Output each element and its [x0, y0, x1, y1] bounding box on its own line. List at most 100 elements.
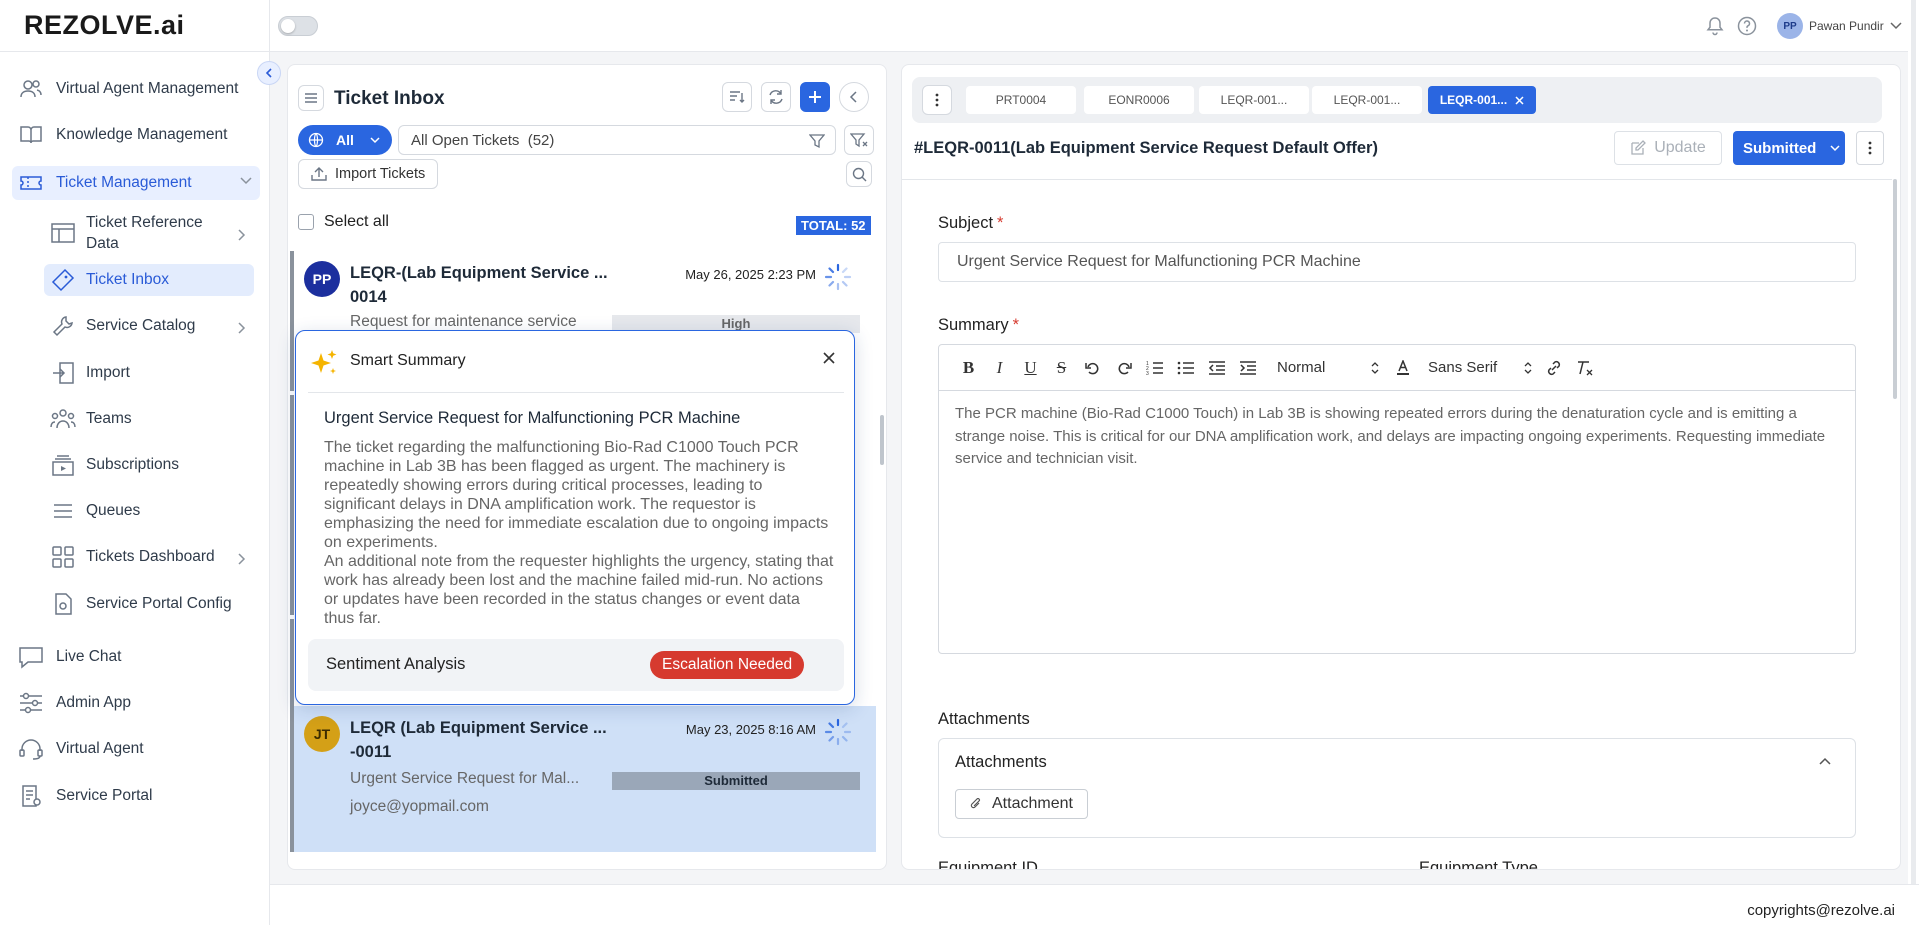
editor-toolbar: B I U S 123 Normal Sans Serif — [939, 345, 1855, 391]
summary-text[interactable]: The PCR machine (Bio-Rad C1000 Touch) in… — [939, 391, 1855, 483]
sidebar-item-knowledge-management[interactable]: Knowledge Management — [12, 118, 260, 152]
scope-value: All — [336, 132, 354, 148]
checkbox[interactable] — [298, 214, 314, 230]
chevron-down-icon — [370, 136, 380, 144]
summary-heading: Urgent Service Request for Malfunctionin… — [324, 409, 741, 427]
more-actions-button[interactable] — [1856, 131, 1884, 165]
attachments-title: Attachments — [955, 753, 1047, 771]
font-select[interactable]: Sans Serif — [1428, 359, 1538, 376]
filter-icon[interactable] — [809, 133, 825, 149]
update-label: Update — [1654, 139, 1706, 156]
add-ticket-button[interactable] — [800, 82, 830, 112]
book-icon — [18, 122, 44, 148]
tab-leqr-001-a[interactable]: LEQR-001... — [1199, 86, 1309, 114]
summary-paragraph: The ticket regarding the malfunctioning … — [324, 439, 829, 551]
top-bar: REZOLVE.ai PP Pawan Pundir — [0, 0, 1919, 52]
search-icon — [852, 167, 867, 182]
link-icon[interactable] — [1538, 355, 1569, 381]
tab-eonr0006[interactable]: EONR0006 — [1084, 86, 1194, 114]
sidebar-item-service-catalog[interactable]: Service Catalog — [44, 310, 254, 342]
scope-dropdown[interactable]: All — [298, 125, 392, 155]
sort-button[interactable] — [722, 82, 752, 112]
tab-leqr-001-active[interactable]: LEQR-001... — [1428, 86, 1536, 114]
smart-summary-popover: Smart Summary Urgent Service Request for… — [295, 330, 855, 705]
app-logo[interactable]: REZOLVE.ai — [24, 10, 185, 41]
subject-input[interactable]: Urgent Service Request for Malfunctionin… — [938, 242, 1856, 282]
sidebar-item-admin-app[interactable]: Admin App — [12, 686, 260, 720]
ordered-list-icon[interactable]: 123 — [1139, 355, 1170, 381]
sliders-icon — [18, 690, 44, 716]
text-color-icon[interactable] — [1387, 355, 1418, 381]
sidebar-item-ticket-management[interactable]: Ticket Management — [12, 166, 260, 200]
page-scrollbar[interactable] — [1908, 0, 1919, 884]
select-all-checkbox[interactable]: Select all — [298, 213, 389, 231]
sidebar-item-teams[interactable]: Teams — [44, 403, 254, 435]
chevron-left-icon — [849, 91, 859, 103]
summary-editor[interactable]: B I U S 123 Normal Sans Serif The PCR ma… — [938, 344, 1856, 654]
update-button[interactable]: Update — [1614, 131, 1722, 165]
scrollbar-thumb[interactable] — [1911, 0, 1916, 884]
sidebar-item-label: Service Catalog — [86, 317, 196, 334]
add-attachment-button[interactable]: Attachment — [955, 789, 1088, 819]
equipment-id-label: Equipment ID — [938, 859, 1038, 870]
redo-icon[interactable] — [1108, 355, 1139, 381]
theme-toggle[interactable] — [278, 16, 318, 36]
user-menu[interactable]: PP Pawan Pundir — [1777, 13, 1902, 39]
scrollbar[interactable] — [880, 415, 884, 465]
filter-value: All Open Tickets (52) — [411, 131, 555, 149]
chevron-up-icon[interactable] — [1819, 757, 1831, 765]
import-tickets-button[interactable]: Import Tickets — [298, 159, 439, 189]
heading-select[interactable]: Normal — [1277, 359, 1387, 376]
sidebar-item-live-chat[interactable]: Live Chat — [12, 640, 260, 674]
outdent-icon[interactable] — [1201, 355, 1232, 381]
close-tab-icon[interactable] — [1515, 95, 1524, 105]
sidebar-collapse-button[interactable] — [257, 61, 281, 85]
bullet-list-icon[interactable] — [1170, 355, 1201, 381]
sidebar-item-virtual-agent[interactable]: Virtual Agent — [12, 732, 260, 766]
sidebar-item-label: Live Chat — [56, 648, 122, 665]
avatar: JT — [304, 716, 340, 752]
sidebar-item-tickets-dashboard[interactable]: Tickets Dashboard — [44, 541, 254, 573]
ticket-filter-select[interactable]: All Open Tickets (52) — [398, 125, 836, 155]
ticket-title: #LEQR-0011(Lab Equipment Service Request… — [914, 139, 1378, 157]
ticket-list-item-selected[interactable]: JT LEQR (Lab Equipment Service ... -0011… — [290, 706, 876, 852]
refresh-icon — [768, 89, 784, 105]
bell-icon[interactable] — [1706, 16, 1724, 36]
sidebar-item-label: Knowledge Management — [56, 126, 228, 143]
strikethrough-button[interactable]: S — [1046, 355, 1077, 381]
close-icon[interactable] — [822, 351, 836, 365]
indent-icon[interactable] — [1232, 355, 1263, 381]
clear-filter-button[interactable] — [844, 125, 874, 155]
sidebar-item-ticket-inbox[interactable]: Ticket Inbox — [44, 264, 254, 296]
undo-icon[interactable] — [1077, 355, 1108, 381]
bold-button[interactable]: B — [953, 355, 984, 381]
ticket-detail-panel: PRT0004 EONR0006 LEQR-001... LEQR-001...… — [901, 64, 1901, 870]
sidebar-item-import[interactable]: Import — [44, 357, 254, 389]
status-dropdown-button[interactable]: Submitted — [1733, 131, 1845, 165]
collapse-panel-button[interactable] — [839, 82, 869, 112]
ticket-date: May 26, 2025 2:23 PM — [685, 267, 816, 282]
tab-leqr-001-b[interactable]: LEQR-001... — [1312, 86, 1422, 114]
sidebar-item-service-portal-config[interactable]: Service Portal Config — [44, 588, 254, 620]
italic-button[interactable]: I — [984, 355, 1015, 381]
attachments-card: Attachments Attachment — [938, 738, 1856, 838]
underline-button[interactable]: U — [1015, 355, 1046, 381]
refresh-button[interactable] — [761, 82, 791, 112]
summary-body: The ticket regarding the malfunctioning … — [324, 438, 834, 628]
sidebar-item-queues[interactable]: Queues — [44, 495, 254, 527]
sidebar-item-subscriptions[interactable]: Subscriptions — [44, 449, 254, 481]
summary-paragraph: An additional note from the requester hi… — [324, 553, 834, 627]
topbar-divider — [269, 0, 270, 52]
sidebar-item-virtual-agent-management[interactable]: Virtual Agent Management — [12, 72, 260, 106]
tab-prt0004[interactable]: PRT0004 — [966, 86, 1076, 114]
tab-menu-button[interactable] — [922, 85, 952, 115]
help-icon[interactable] — [1737, 16, 1757, 36]
clear-format-icon[interactable] — [1569, 355, 1600, 381]
sidebar-item-ticket-reference-data[interactable]: Ticket Reference Data — [44, 210, 254, 256]
sidebar-item-service-portal[interactable]: Service Portal — [12, 779, 260, 813]
scrollbar[interactable] — [1893, 179, 1897, 399]
search-button[interactable] — [846, 161, 872, 187]
users-icon — [18, 76, 44, 102]
sidebar-item-label: Queues — [86, 502, 141, 519]
chevron-right-icon — [238, 229, 246, 241]
